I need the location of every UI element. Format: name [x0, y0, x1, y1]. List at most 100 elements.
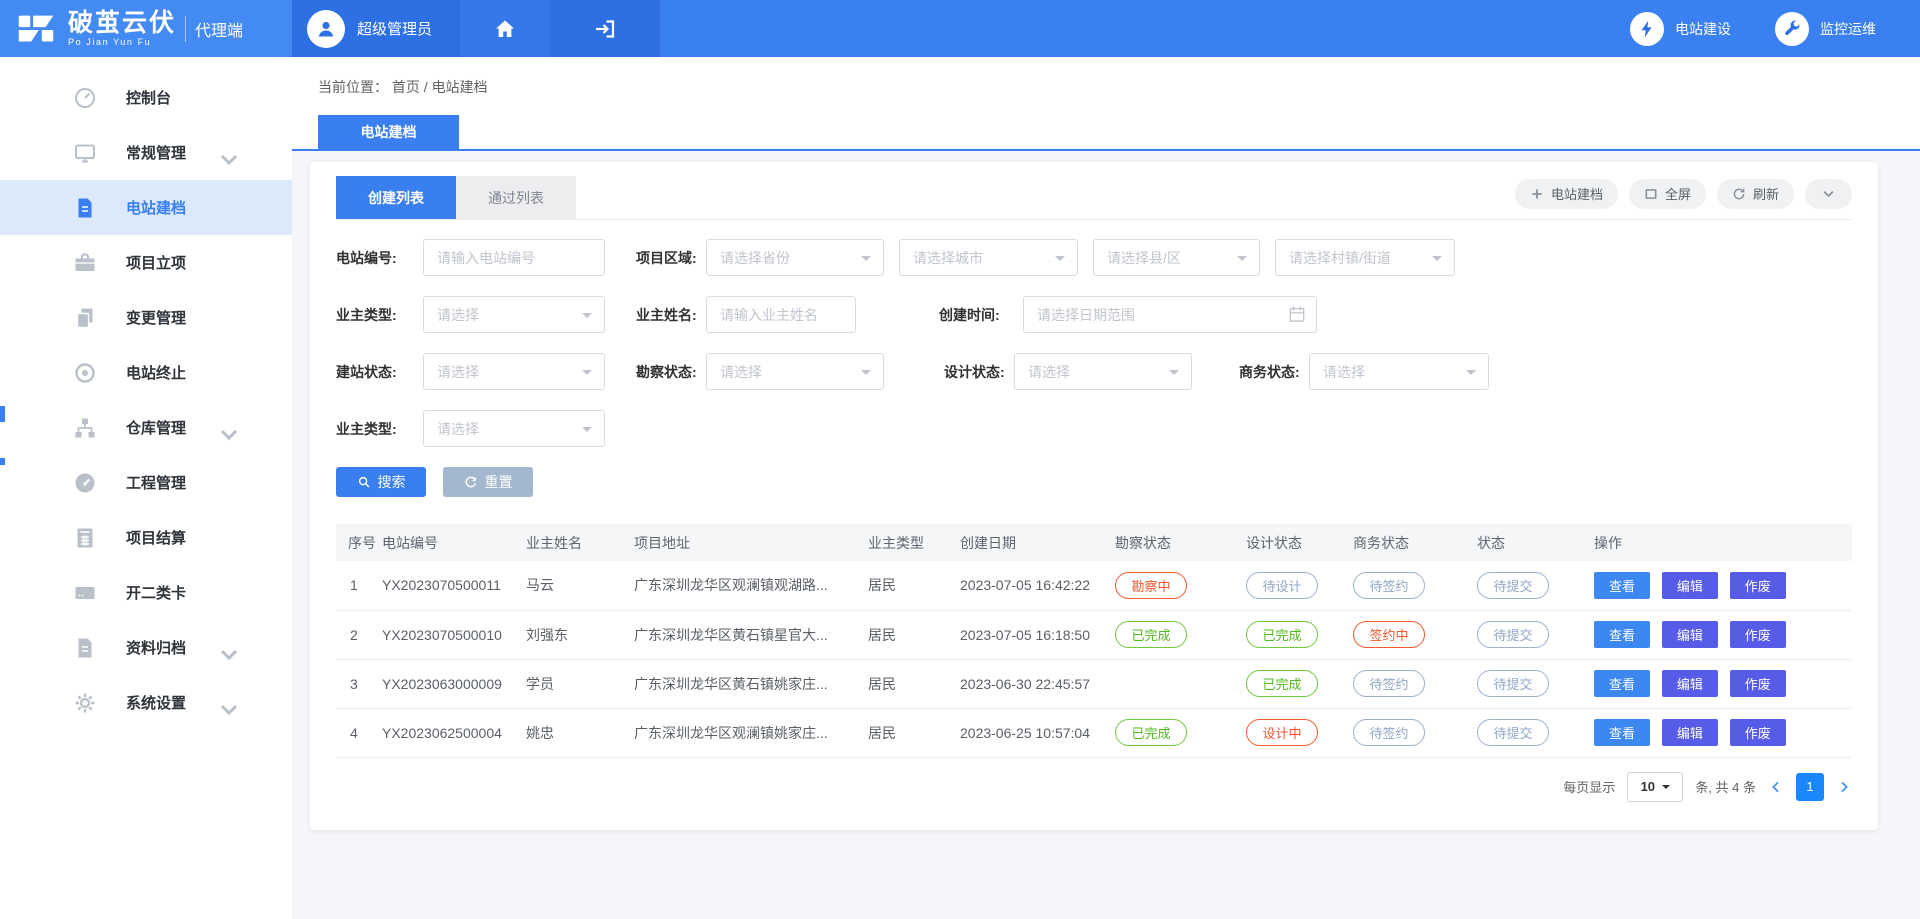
- table-row: 4 YX2023062500004 姚忠 广东深圳龙华区观澜镇姚家庄... 居民…: [336, 708, 1852, 757]
- logout-button[interactable]: [550, 0, 660, 57]
- edit-button[interactable]: 编辑: [1662, 621, 1718, 648]
- void-button[interactable]: 作废: [1730, 572, 1786, 599]
- owner-type2-select[interactable]: 请选择: [423, 410, 605, 447]
- design-status-select[interactable]: 请选择: [1014, 353, 1192, 390]
- home-button[interactable]: [460, 0, 550, 57]
- edit-button[interactable]: 编辑: [1662, 719, 1718, 746]
- status-badge: 已完成: [1246, 621, 1318, 648]
- view-button[interactable]: 查看: [1594, 719, 1650, 746]
- owner-type2-placeholder: 请选择: [437, 419, 479, 439]
- edit-button[interactable]: 编辑: [1662, 670, 1718, 697]
- owner-type-label: 业主类型:: [336, 305, 423, 325]
- cell-survey: 已完成: [1113, 708, 1244, 757]
- sidebar-item-station-terminate[interactable]: 电站终止: [0, 345, 292, 400]
- breadcrumb-home[interactable]: 首页: [392, 79, 420, 95]
- search-button[interactable]: 搜索: [336, 467, 426, 497]
- province-select[interactable]: 请选择省份: [706, 239, 884, 276]
- reset-button[interactable]: 重置: [443, 467, 533, 497]
- filter-actions: 搜索 重置: [336, 467, 1852, 497]
- col-status: 状态: [1475, 524, 1592, 561]
- sidebar-item-project-settlement[interactable]: 项目结算: [0, 510, 292, 565]
- station-no-input[interactable]: [423, 239, 605, 276]
- owner-name-input[interactable]: [706, 296, 856, 333]
- sidebar-item-engineering-mgmt[interactable]: 工程管理: [0, 455, 292, 510]
- fullscreen-button[interactable]: 全屏: [1629, 179, 1706, 209]
- next-page-icon[interactable]: [1836, 779, 1852, 795]
- chevron-down-icon: [217, 642, 241, 666]
- cell-ops: 查看 编辑 作废: [1592, 610, 1852, 659]
- toolbar-buttons: 电站建档 全屏 刷新: [1504, 179, 1852, 217]
- cell-address: 广东深圳龙华区黄石镇星官大...: [632, 610, 866, 659]
- cell-owner: 学员: [524, 659, 632, 708]
- wrench-circle: [1775, 12, 1809, 46]
- sidebar-item-label: 电站建档: [126, 197, 186, 218]
- date-range-input[interactable]: [1023, 296, 1317, 333]
- sidebar-item-label: 项目结算: [126, 527, 186, 548]
- cell-ops: 查看 编辑 作废: [1592, 659, 1852, 708]
- edit-button[interactable]: 编辑: [1662, 572, 1718, 599]
- sidebar-item-change-mgmt[interactable]: 变更管理: [0, 290, 292, 345]
- build-status-select[interactable]: 请选择: [423, 353, 605, 390]
- view-button[interactable]: 查看: [1594, 621, 1650, 648]
- cell-status: 待提交: [1475, 708, 1592, 757]
- owner-type-select[interactable]: 请选择: [423, 296, 605, 333]
- dashboard-icon: [73, 86, 97, 110]
- date-range-picker[interactable]: [1023, 296, 1317, 333]
- breadcrumb-separator: /: [424, 79, 428, 95]
- page-tab-station-archive[interactable]: 电站建档: [318, 115, 459, 149]
- sidebar-item-open-type2-card[interactable]: 开二类卡: [0, 565, 292, 620]
- cell-owner: 马云: [524, 561, 632, 610]
- prev-page-icon[interactable]: [1768, 779, 1784, 795]
- add-station-button[interactable]: 电站建档: [1515, 179, 1618, 209]
- cell-status: 待提交: [1475, 659, 1592, 708]
- nav-station-build-label: 电站建设: [1675, 19, 1731, 39]
- sidebar-item-console[interactable]: 控制台: [0, 70, 292, 125]
- void-button[interactable]: 作废: [1730, 719, 1786, 746]
- sidebar-item-label: 工程管理: [126, 472, 186, 493]
- reset-icon: [464, 475, 478, 489]
- tab-passed-list[interactable]: 通过列表: [456, 176, 576, 219]
- sidebar-item-system-settings[interactable]: 系统设置: [0, 675, 292, 730]
- logout-icon: [593, 17, 617, 41]
- collapse-button[interactable]: [1805, 179, 1852, 209]
- tab-create-list[interactable]: 创建列表: [336, 176, 456, 219]
- nav-station-build[interactable]: 电站建设: [1630, 0, 1731, 57]
- void-button[interactable]: 作废: [1730, 621, 1786, 648]
- sidebar-scroll-indicator[interactable]: [0, 406, 5, 422]
- status-badge: 待提交: [1477, 670, 1549, 697]
- refresh-button[interactable]: 刷新: [1717, 179, 1794, 209]
- chevron-down-icon: [217, 422, 241, 446]
- wrench-icon: [1782, 19, 1802, 39]
- logo[interactable]: 破茧云伏 Po Jian Yun Fu 代理端: [0, 0, 292, 57]
- business-status-label: 商务状态:: [1239, 362, 1309, 382]
- table-row: 2 YX2023070500010 刘强东 广东深圳龙华区黄石镇星官大... 居…: [336, 610, 1852, 659]
- user-menu[interactable]: 超级管理员: [292, 0, 460, 57]
- survey-status-select[interactable]: 请选择: [706, 353, 884, 390]
- cell-created: 2023-07-05 16:42:22: [958, 561, 1113, 610]
- nav-monitor-ops[interactable]: 监控运维: [1775, 0, 1876, 57]
- search-icon: [357, 475, 371, 489]
- cell-owner-type: 居民: [866, 708, 958, 757]
- city-select[interactable]: 请选择城市: [899, 239, 1078, 276]
- cell-design: 设计中: [1244, 708, 1351, 757]
- void-button[interactable]: 作废: [1730, 670, 1786, 697]
- sidebar-item-data-archive[interactable]: 资料归档: [0, 620, 292, 675]
- logo-subtitle: Po Jian Yun Fu: [68, 37, 176, 47]
- header-spacer: [660, 0, 1630, 57]
- sidebar-item-warehouse-mgmt[interactable]: 仓库管理: [0, 400, 292, 455]
- col-address: 项目地址: [632, 524, 866, 561]
- sidebar-item-general-mgmt[interactable]: 常规管理: [0, 125, 292, 180]
- district-select[interactable]: 请选择县/区: [1093, 239, 1260, 276]
- page-number[interactable]: 1: [1796, 773, 1824, 801]
- per-page-select[interactable]: 10: [1627, 772, 1683, 802]
- sidebar-item-project-initiation[interactable]: 项目立项: [0, 235, 292, 290]
- business-status-select[interactable]: 请选择: [1309, 353, 1489, 390]
- sidebar-scroll-indicator[interactable]: [0, 458, 5, 465]
- view-button[interactable]: 查看: [1594, 670, 1650, 697]
- calculator-icon: [73, 526, 97, 550]
- view-button[interactable]: 查看: [1594, 572, 1650, 599]
- street-select[interactable]: 请选择村镇/街道: [1275, 239, 1455, 276]
- sidebar-item-station-archive[interactable]: 电站建档: [0, 180, 292, 235]
- toolbar: 创建列表 通过列表 电站建档 全屏: [336, 176, 1852, 220]
- per-page-label: 每页显示: [1563, 777, 1615, 796]
